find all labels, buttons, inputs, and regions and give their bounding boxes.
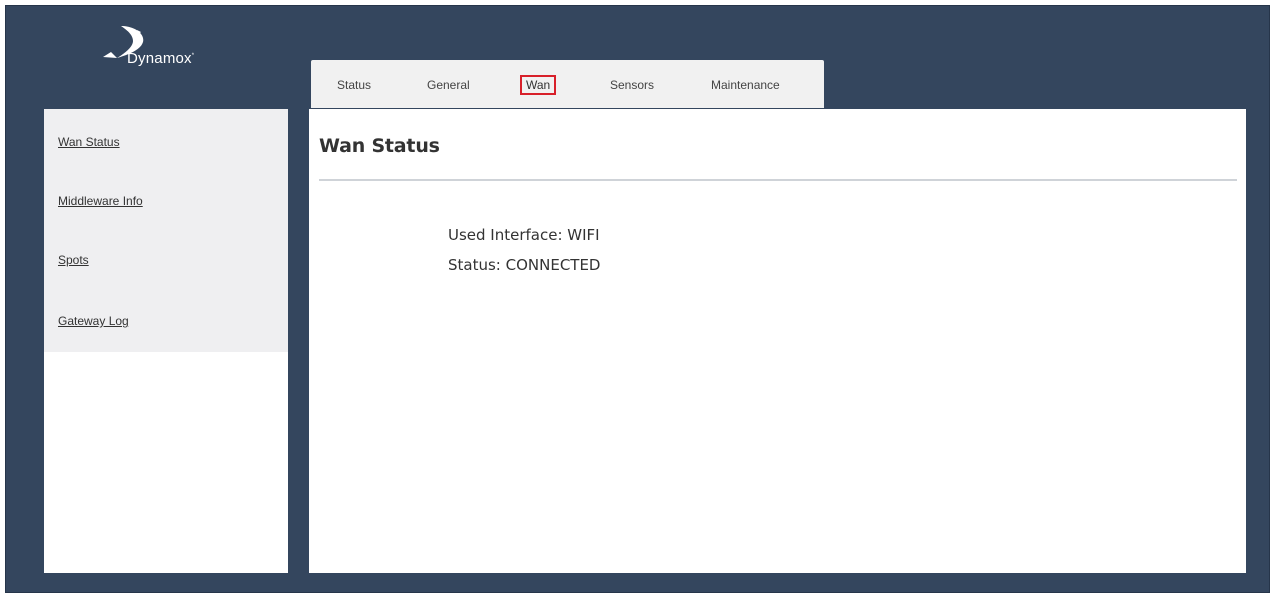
tab-wan[interactable]: Wan bbox=[519, 75, 557, 95]
tab-status[interactable]: Status bbox=[333, 77, 375, 93]
tab-general[interactable]: General bbox=[423, 77, 474, 93]
sidebar-item-wan-status[interactable]: Wan Status bbox=[58, 135, 120, 149]
tab-maintenance[interactable]: Maintenance bbox=[707, 77, 784, 93]
top-tab-bar: Status General Wan Sensors Maintenance bbox=[311, 60, 824, 108]
sidebar-item-spots[interactable]: Spots bbox=[58, 253, 89, 267]
page-title: Wan Status bbox=[319, 135, 440, 157]
sidebar: Wan Status Middleware Info Spots Gateway… bbox=[44, 109, 288, 573]
used-interface-text: Used Interface: WIFI bbox=[448, 226, 600, 244]
title-divider bbox=[319, 179, 1237, 181]
dynamox-logo: Dynamox* bbox=[101, 24, 241, 74]
sidebar-menu: Wan Status Middleware Info Spots Gateway… bbox=[44, 109, 288, 352]
app-frame: Dynamox* Status General Wan Sensors Main… bbox=[5, 5, 1270, 593]
main-panel: Wan Status Used Interface: WIFI Status: … bbox=[309, 109, 1246, 573]
status-text: Status: CONNECTED bbox=[448, 256, 601, 274]
sidebar-item-middleware-info[interactable]: Middleware Info bbox=[58, 194, 143, 208]
logo-wordmark: Dynamox* bbox=[127, 50, 195, 67]
sidebar-item-gateway-log[interactable]: Gateway Log bbox=[58, 314, 129, 328]
tab-sensors[interactable]: Sensors bbox=[606, 77, 658, 93]
